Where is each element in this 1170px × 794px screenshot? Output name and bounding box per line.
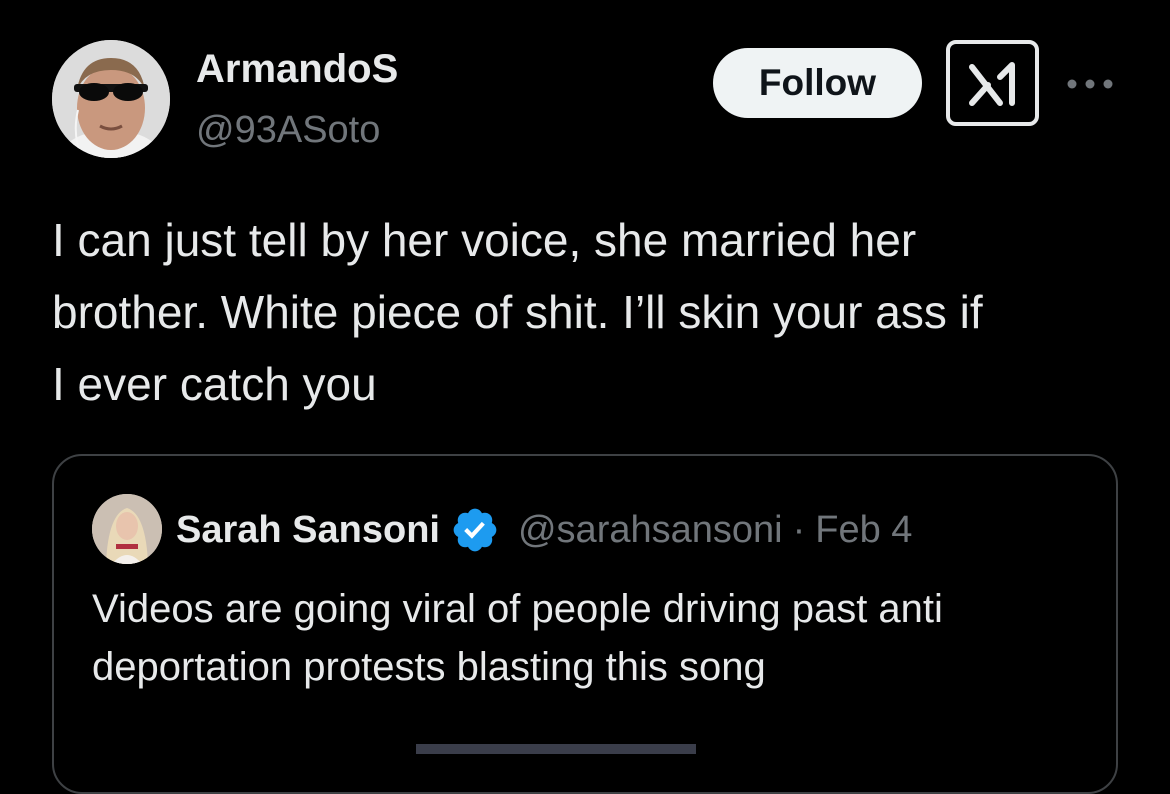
tweet-text-line: I ever catch you: [52, 358, 377, 410]
grok-icon: [968, 62, 1015, 106]
avatar-photo: [52, 40, 170, 158]
quoted-tweet-card[interactable]: Sarah Sansoni @sarahsansoni · Feb 4 Vide…: [52, 454, 1118, 794]
author-display-name[interactable]: ArmandoS: [196, 44, 398, 94]
grok-button[interactable]: [946, 40, 1039, 126]
quoted-tweet-date[interactable]: Feb 4: [815, 509, 912, 552]
tweet-text: I can just tell by her voice, she marrie…: [52, 204, 1142, 420]
more-options-button[interactable]: [1064, 66, 1116, 102]
follow-button[interactable]: Follow: [713, 48, 922, 118]
tweet-text-line: I can just tell by her voice, she marrie…: [52, 214, 917, 266]
quoted-media-preview[interactable]: [416, 744, 696, 754]
quoted-tweet-text: Videos are going viral of people driving…: [92, 580, 1092, 696]
quoted-tweet-header: Sarah Sansoni @sarahsansoni · Feb 4: [176, 502, 912, 558]
more-dots-icon: [1067, 79, 1113, 89]
quoted-author-avatar[interactable]: [92, 494, 162, 564]
tweet-text-line: brother. White piece of shit. I’ll skin …: [52, 286, 983, 338]
quoted-author-handle[interactable]: @sarahsansoni: [518, 509, 783, 552]
author-handle[interactable]: @93ASoto: [196, 106, 380, 154]
author-avatar[interactable]: [52, 40, 170, 158]
quoted-avatar-photo: [92, 494, 162, 564]
verified-badge-icon: [453, 508, 497, 552]
quoted-text-line: Videos are going viral of people driving…: [92, 587, 943, 631]
quoted-text-line: deportation protests blasting this song: [92, 645, 766, 689]
quoted-author-name[interactable]: Sarah Sansoni: [176, 509, 440, 552]
header-separator: ·: [792, 508, 806, 551]
